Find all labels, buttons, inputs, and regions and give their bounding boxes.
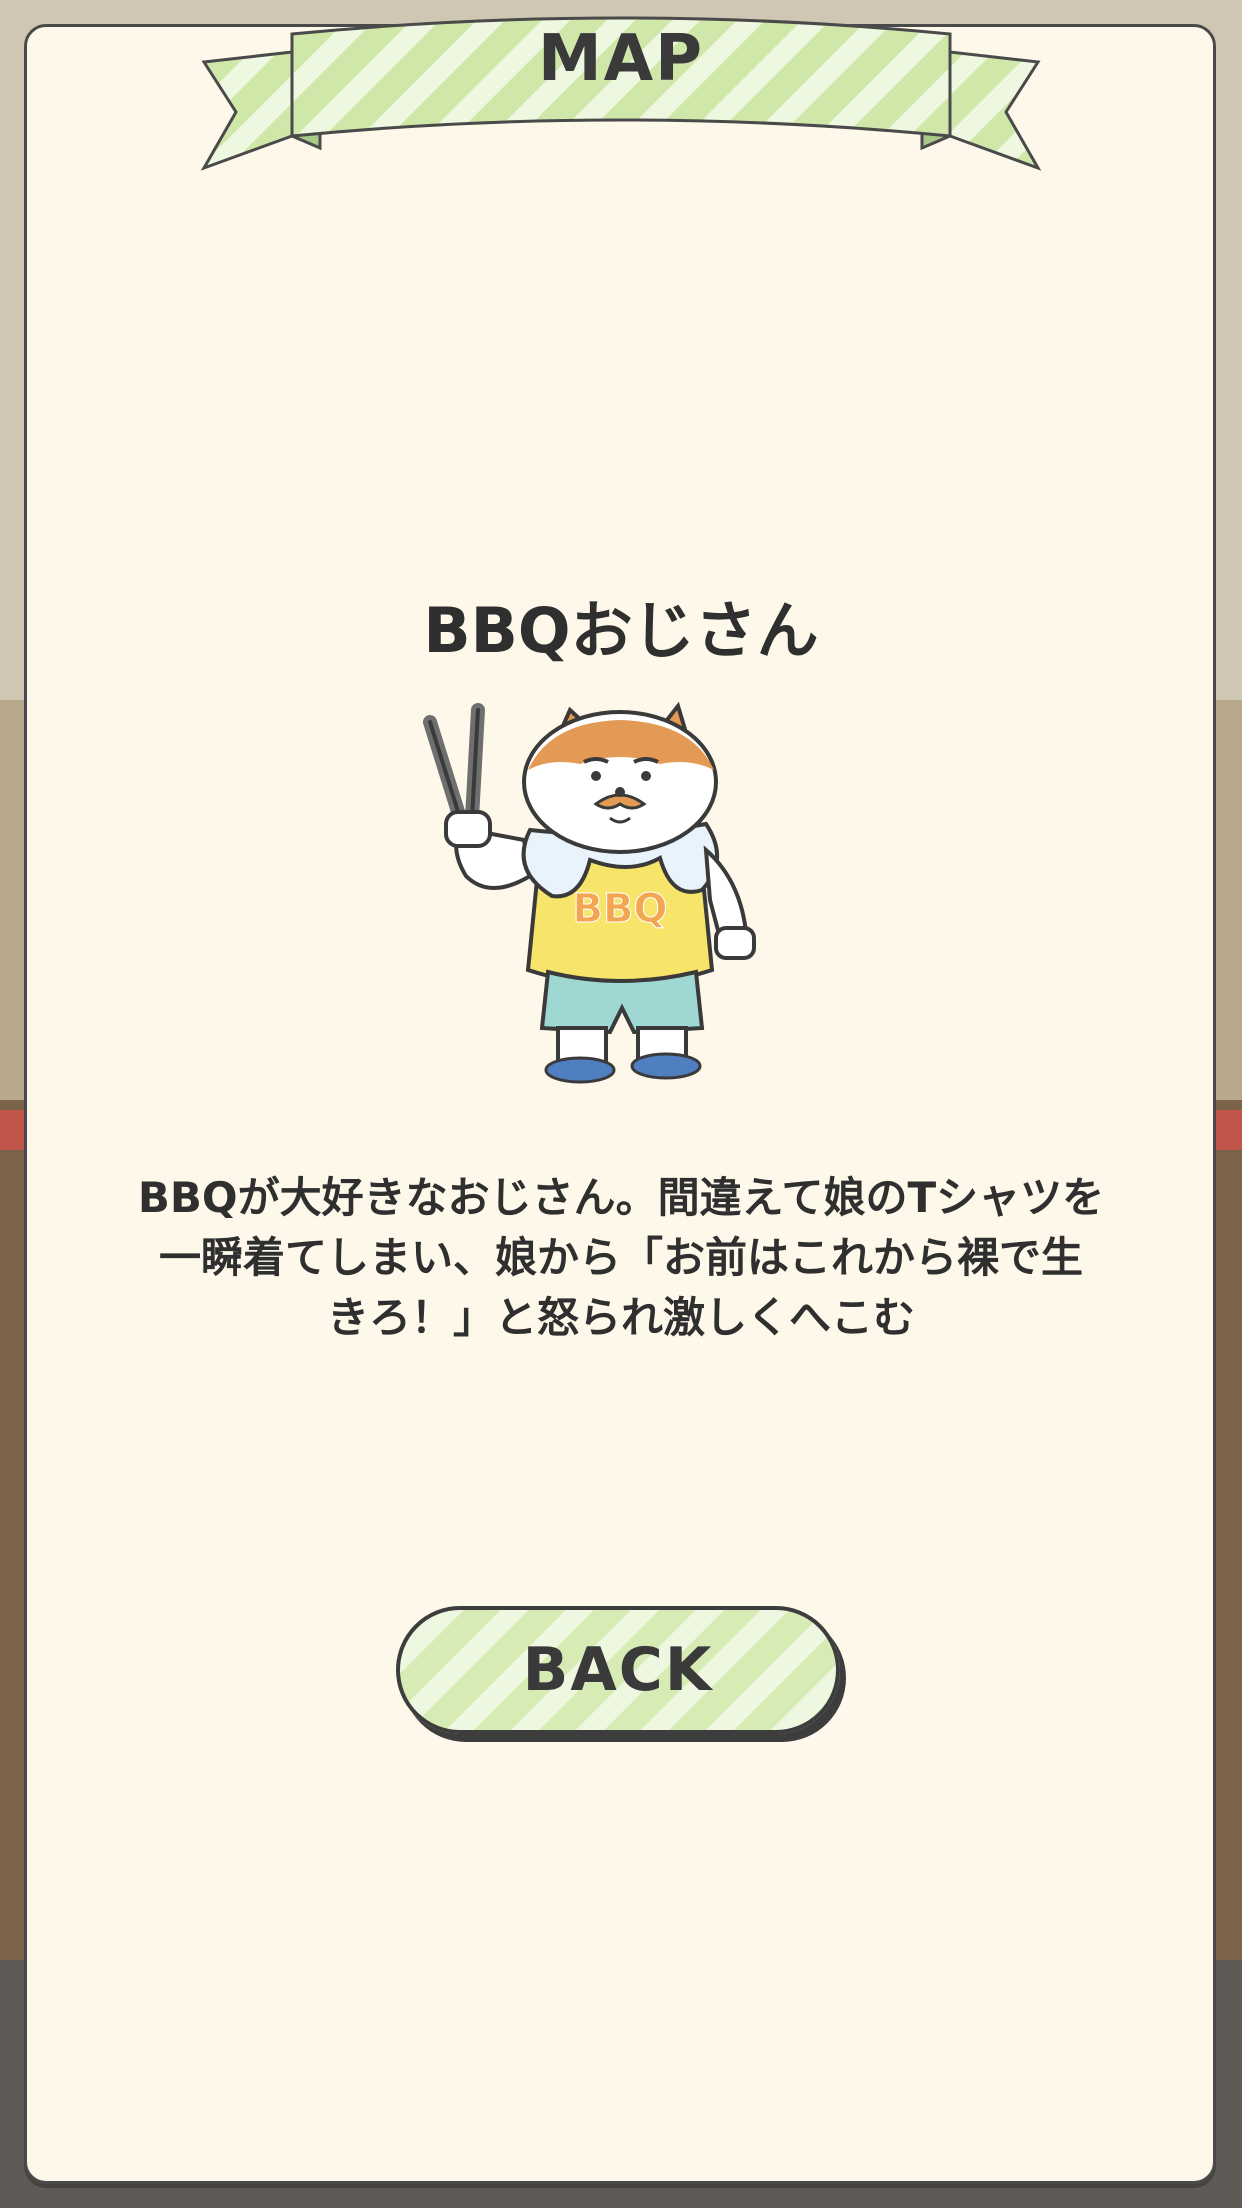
character-description: BBQが大好きなおじさん。間違えて娘のTシャツを 一瞬着てしまい、娘から「お前は… bbox=[100, 1168, 1142, 1348]
back-button-label: BACK bbox=[522, 1635, 714, 1705]
banner-left-tail bbox=[200, 50, 294, 171]
banner-right-tail bbox=[948, 50, 1042, 171]
description-line: 一瞬着てしまい、娘から「お前はこれから裸で生 bbox=[158, 1233, 1083, 1282]
tongs-icon bbox=[423, 703, 485, 825]
character-name: BBQおじさん bbox=[423, 594, 819, 667]
description-line: BBQが大好きなおじさん。間違えて娘のTシャツを bbox=[137, 1173, 1105, 1222]
shirt-text: BBQ bbox=[573, 886, 668, 932]
cat-head bbox=[522, 701, 718, 854]
character-illustration: BBQ bbox=[423, 701, 756, 1084]
banner-title: MAP bbox=[537, 22, 705, 96]
description-line: きろ！」と怒られ激しくへこむ bbox=[326, 1293, 915, 1342]
back-button[interactable]: BACK bbox=[396, 1606, 840, 1734]
shorts bbox=[539, 969, 705, 1035]
character-detail-panel bbox=[24, 24, 1216, 2184]
